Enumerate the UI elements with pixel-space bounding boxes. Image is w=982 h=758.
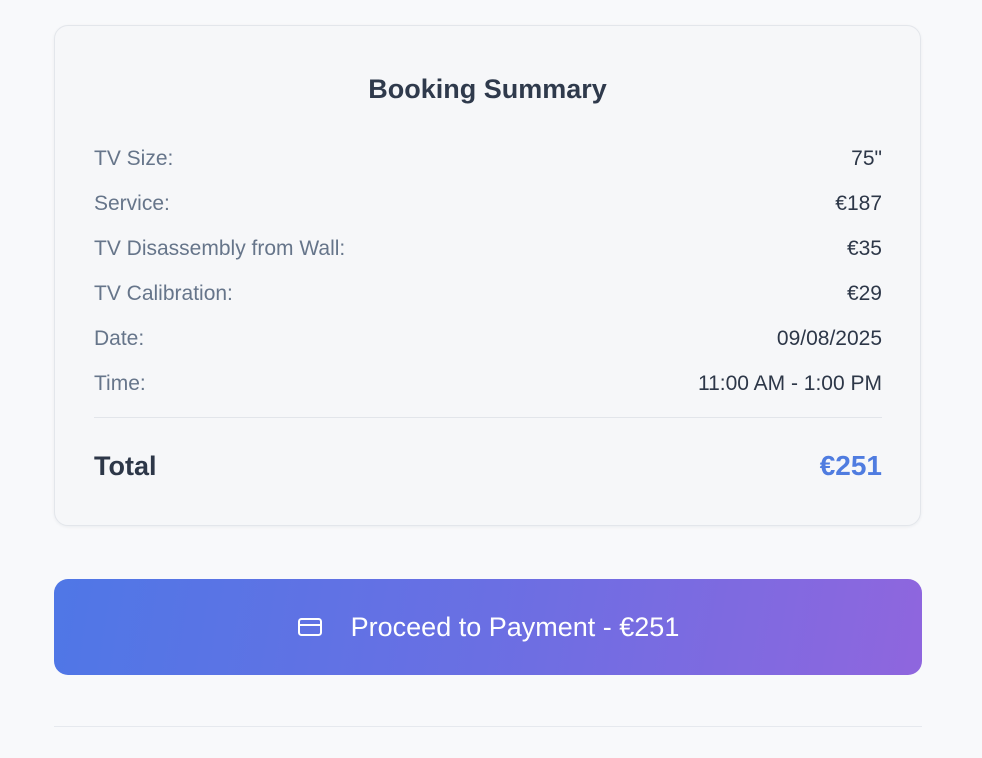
total-row: Total €251 [94, 446, 882, 486]
summary-row-label: TV Disassembly from Wall: [94, 236, 346, 260]
summary-divider [94, 417, 882, 418]
booking-summary-card: Booking Summary TV Size: 75" Service: €1… [54, 25, 921, 526]
bottom-divider [54, 726, 922, 727]
summary-row-value: 75" [851, 146, 882, 170]
total-label: Total [94, 450, 157, 481]
summary-row-value: €29 [846, 281, 882, 305]
summary-row-service: Service: €187 [94, 181, 882, 226]
proceed-to-payment-button[interactable]: Proceed to Payment - €251 [54, 579, 922, 675]
summary-row-calibration: TV Calibration: €29 [94, 271, 882, 316]
summary-row-label: Service: [94, 191, 170, 215]
booking-summary-title: Booking Summary [368, 74, 607, 104]
summary-row-value: €35 [846, 236, 882, 260]
summary-row-label: TV Calibration: [94, 281, 233, 305]
summary-row-value: 09/08/2025 [776, 326, 882, 350]
summary-row-value: €187 [835, 191, 882, 215]
summary-row-label: TV Size: [94, 146, 174, 170]
summary-rows: TV Size: 75" Service: €187 TV Disassembl… [94, 136, 882, 406]
summary-row-tv-size: TV Size: 75" [94, 136, 882, 181]
summary-row-date: Date: 09/08/2025 [94, 316, 882, 361]
summary-row-label: Date: [94, 326, 145, 350]
summary-row-value: 11:00 AM - 1:00 PM [697, 371, 882, 395]
summary-row-time: Time: 11:00 AM - 1:00 PM [94, 361, 882, 406]
credit-card-icon [297, 616, 323, 638]
total-amount: €251 [819, 450, 882, 481]
summary-row-label: Time: [94, 371, 146, 395]
proceed-to-payment-label: Proceed to Payment - €251 [350, 611, 680, 642]
summary-row-disassembly: TV Disassembly from Wall: €35 [94, 226, 882, 271]
